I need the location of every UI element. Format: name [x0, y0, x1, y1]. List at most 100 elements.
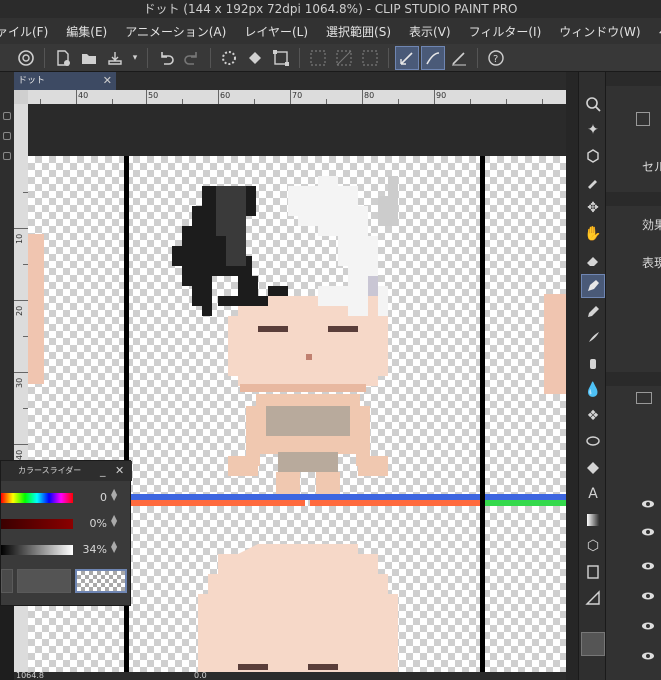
- menu-selection[interactable]: 選択範囲(S): [317, 23, 400, 40]
- ruler-label: 40: [15, 449, 24, 460]
- pixel-art-right-figure: [544, 294, 566, 394]
- ruler-label: 80: [364, 91, 375, 100]
- main-color-swatch[interactable]: [581, 632, 605, 656]
- clip-studio-icon[interactable]: [14, 46, 38, 70]
- redo-icon[interactable]: [180, 46, 204, 70]
- hand-icon[interactable]: ✋: [581, 222, 605, 246]
- angle-readout[interactable]: 0.0: [194, 672, 207, 680]
- transform-icon[interactable]: [269, 46, 293, 70]
- pencil-icon[interactable]: [581, 300, 605, 324]
- ruler-label: 90: [436, 91, 447, 100]
- left-dock: [0, 72, 14, 472]
- pen-icon[interactable]: [581, 274, 605, 298]
- panel-header: [606, 72, 661, 86]
- ruler-corner: [14, 90, 28, 104]
- help-icon[interactable]: ?: [484, 46, 508, 70]
- hue-value[interactable]: 0: [81, 491, 107, 504]
- menu-file[interactable]: ァイル(F): [0, 23, 57, 40]
- eye-icon[interactable]: [641, 592, 655, 600]
- fill-icon[interactable]: [581, 456, 605, 480]
- ruler-label: 20: [15, 305, 24, 316]
- hue-slider[interactable]: [1, 493, 73, 503]
- svg-text:?: ?: [493, 54, 498, 65]
- menu-animation[interactable]: アニメーション(A): [116, 23, 235, 40]
- current-color-swatch[interactable]: [17, 569, 71, 593]
- close-icon[interactable]: ✕: [115, 464, 124, 477]
- zoom-icon[interactable]: [581, 92, 605, 116]
- fill-selection-icon[interactable]: [358, 46, 382, 70]
- eyedropper-icon[interactable]: [581, 170, 605, 194]
- snap-to-ruler-icon[interactable]: [395, 45, 419, 70]
- new-file-icon[interactable]: [51, 46, 75, 70]
- move-icon[interactable]: ✥: [581, 196, 605, 220]
- eye-icon[interactable]: [641, 500, 655, 508]
- ruler-label: 10: [15, 233, 24, 244]
- minimize-button[interactable]: _: [100, 464, 106, 477]
- eye-icon[interactable]: [641, 652, 655, 660]
- clear-outside-icon[interactable]: [332, 46, 356, 70]
- panel-icon[interactable]: [636, 112, 650, 126]
- saturation-value[interactable]: 0%: [81, 517, 107, 530]
- close-icon[interactable]: ✕: [103, 72, 112, 90]
- layer-icon[interactable]: [636, 392, 652, 404]
- menu-filter[interactable]: フィルター(I): [460, 23, 551, 40]
- value-spinner[interactable]: ▲ ▼: [111, 540, 117, 554]
- frame-divider: [480, 156, 485, 672]
- snap-to-special-ruler-icon[interactable]: [421, 45, 445, 70]
- value-value[interactable]: 34%: [81, 543, 107, 556]
- transparent-color-swatch[interactable]: [75, 569, 127, 593]
- zoom-readout[interactable]: 1064.8: [16, 671, 44, 680]
- expression-label: 表現: [642, 256, 661, 270]
- menu-window[interactable]: ウィンドウ(W): [550, 23, 649, 40]
- document-tab[interactable]: ドット ✕: [14, 72, 116, 90]
- clear-layer-icon[interactable]: [306, 46, 330, 70]
- fill-bucket-icon[interactable]: [243, 46, 267, 70]
- decoration-icon[interactable]: ❖: [581, 404, 605, 428]
- value-slider[interactable]: [1, 545, 73, 555]
- dock-icon[interactable]: [3, 112, 11, 120]
- right-panel: セル 効果 表現: [606, 72, 661, 680]
- ruler-label: 60: [220, 91, 231, 100]
- airbrush-icon[interactable]: [581, 352, 605, 376]
- menu-layer[interactable]: レイヤー(L): [235, 23, 317, 40]
- snap-to-grid-icon[interactable]: [447, 46, 471, 70]
- menu-edit[interactable]: 編集(E): [57, 23, 116, 40]
- menu-view[interactable]: 表示(V): [400, 23, 460, 40]
- color-slider-panel: カラースライダー _ ✕ 0 ▲ ▼ 0% ▲ ▼ 34% ▲ ▼: [0, 460, 132, 606]
- saturation-spinner[interactable]: ▲ ▼: [111, 514, 117, 528]
- ruler-label: 40: [78, 91, 89, 100]
- panel-header: [606, 372, 661, 386]
- dock-icon[interactable]: [3, 132, 11, 140]
- document-tab-label: ドット: [18, 76, 46, 86]
- gradient-icon[interactable]: [581, 508, 605, 532]
- undo-icon[interactable]: [154, 46, 178, 70]
- tool-bar: ✦ ✥ ✋ 💧 ❖ A ⬡: [578, 72, 606, 680]
- saturation-slider[interactable]: [1, 519, 73, 529]
- menu-help[interactable]: ヘルプ(H): [650, 23, 661, 40]
- lasso-icon[interactable]: [581, 430, 605, 454]
- loading-icon[interactable]: [217, 46, 241, 70]
- eye-icon[interactable]: [641, 528, 655, 536]
- panel-gap: [566, 72, 578, 680]
- hue-spinner[interactable]: ▲ ▼: [111, 488, 117, 502]
- frame-icon[interactable]: [581, 560, 605, 584]
- ruler-tool-icon[interactable]: [581, 586, 605, 610]
- blend-icon[interactable]: 💧: [581, 378, 605, 402]
- pixel-art-character: [172, 176, 398, 502]
- swatch-button[interactable]: [1, 569, 13, 593]
- object-select-icon[interactable]: [581, 144, 605, 168]
- text-icon[interactable]: A: [581, 482, 605, 506]
- status-bar: 1064.8 0.0: [14, 672, 566, 680]
- eye-icon[interactable]: [641, 622, 655, 630]
- dock-icon[interactable]: [3, 152, 11, 160]
- figure-icon[interactable]: ⬡: [581, 534, 605, 558]
- eye-icon[interactable]: [641, 562, 655, 570]
- sparkle-icon[interactable]: ✦: [581, 118, 605, 142]
- eraser-icon[interactable]: [581, 248, 605, 272]
- open-folder-icon[interactable]: [77, 46, 101, 70]
- guide-line-orange: [129, 500, 305, 506]
- chevron-down-icon[interactable]: ▾: [129, 46, 141, 70]
- brush-icon[interactable]: [581, 326, 605, 350]
- save-icon[interactable]: [103, 46, 127, 70]
- ruler-label: 70: [292, 91, 303, 100]
